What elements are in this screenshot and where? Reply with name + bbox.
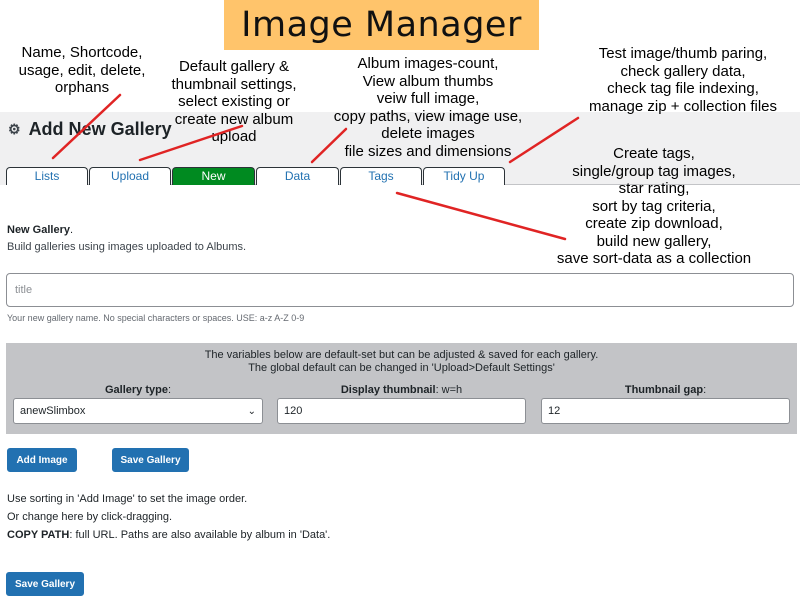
instruction-line-1: Use sorting in 'Add Image' to set the im… [7,493,248,505]
thumbnail-gap-input[interactable]: 12 [541,398,790,424]
chevron-down-icon: ⌄ [247,405,256,417]
save-gallery-button[interactable]: Save Gallery [112,448,189,472]
tab-tags[interactable]: Tags [340,167,422,185]
gallery-type-label-text: Gallery type [104,384,168,396]
section-heading-suffix: . [69,224,74,236]
banner-title: Image Manager [224,0,539,50]
tab-new[interactable]: New [172,167,255,185]
gallery-type-select[interactable]: anewSlimbox ⌄ [13,398,263,424]
annotation-data: Album images-count, View album thumbs ve… [333,55,523,160]
copy-path-label: COPY PATH [7,529,70,541]
gallery-type-label: Gallery type: [13,384,263,396]
display-thumbnail-label-suffix: : w=h [435,384,463,396]
gallery-type-label-suffix: : [167,384,172,396]
gallery-type-value: anewSlimbox [20,405,86,417]
settings-line-1: The variables below are default-set but … [204,349,599,361]
display-thumbnail-label-text: Display thumbnail [340,384,436,396]
section-heading-label: New Gallery [7,224,70,236]
tab-data[interactable]: Data [256,167,339,185]
title-hint: Your new gallery name. No special charac… [7,313,305,323]
page-title: Add New Gallery [28,119,172,139]
section-subtitle: Build galleries using images uploaded to… [7,241,247,253]
display-thumbnail-input[interactable]: 120 [277,398,526,424]
settings-description: The variables below are default-set but … [6,349,797,375]
tab-upload[interactable]: Upload [89,167,171,185]
thumbnail-gap-label: Thumbnail gap: [541,384,790,396]
tab-tidy-up[interactable]: Tidy Up [423,167,505,185]
copy-path-note: COPY PATH: full URL. Paths are also avai… [7,529,330,541]
display-thumbnail-label: Display thumbnail: w=h [277,384,526,396]
section-heading: New Gallery. [7,224,73,236]
thumbnail-gap-label-text: Thumbnail gap [624,384,704,396]
annotation-upload: Default gallery & thumbnail settings, se… [171,58,297,145]
annotation-lists: Name, Shortcode, usage, edit, delete, or… [18,44,146,96]
save-gallery-bottom-button[interactable]: Save Gallery [6,572,84,596]
gallery-title-input[interactable] [6,273,794,307]
page-header: ⚙ Add New Gallery [8,119,172,140]
add-image-button[interactable]: Add Image [7,448,77,472]
annotation-tags: Create tags, single/group tag images, st… [556,145,752,267]
thumbnail-gap-label-suffix: : [703,384,707,396]
instruction-line-2: Or change here by click-dragging. [7,511,173,523]
copy-path-text: : full URL. Paths are also available by … [69,529,331,541]
gear-icon: ⚙ [8,121,21,137]
settings-line-2: The global default can be changed in 'Up… [248,362,555,374]
annotation-tidyup: Test image/thumb paring, check gallery d… [588,45,778,115]
tab-lists[interactable]: Lists [6,167,88,185]
